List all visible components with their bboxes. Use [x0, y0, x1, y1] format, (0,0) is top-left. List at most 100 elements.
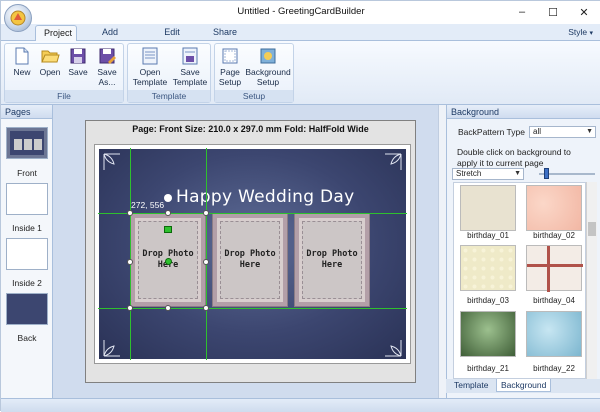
canvas-scrollbar[interactable]	[438, 105, 446, 398]
photo-drop-zone-2: Drop Photo Here	[220, 221, 280, 299]
close-button[interactable]: ✕	[569, 1, 599, 23]
save-button[interactable]: Save	[65, 46, 91, 77]
ribbon-tab-bar: Project Add Pieces Edit Pieces Share Sty…	[1, 24, 600, 52]
background-thumb-birthday-02[interactable]	[526, 185, 582, 231]
slider-thumb[interactable]	[544, 168, 549, 179]
pages-panel-title: Pages	[1, 105, 52, 119]
open-template-icon	[142, 47, 158, 65]
guide-line-horizontal[interactable]	[98, 213, 407, 214]
resize-handle[interactable]	[203, 259, 209, 265]
cursor-coordinate-readout: 272, 556	[131, 200, 165, 210]
tab-template[interactable]: Template	[450, 379, 493, 392]
open-template-button[interactable]: Open Template	[132, 46, 168, 87]
guide-line-vertical[interactable]	[206, 148, 207, 360]
page-thumb-inside-1[interactable]	[6, 183, 48, 215]
tab-project[interactable]: Project	[35, 25, 77, 41]
new-file-icon	[15, 47, 29, 65]
tab-edit-pieces[interactable]: Edit Pieces	[143, 25, 201, 52]
title-anchor-handle[interactable]	[164, 194, 172, 202]
background-thumb-birthday-22[interactable]	[526, 311, 582, 357]
app-window: Untitled - GreetingCardBuilder – ☐ ✕ Pro…	[0, 0, 600, 412]
back-pattern-value: all	[533, 127, 542, 136]
tab-add-pieces[interactable]: Add Pieces	[81, 25, 139, 52]
corner-ornament-icon	[385, 153, 402, 170]
card-title-text[interactable]: Happy Wedding Day	[176, 187, 354, 207]
back-pattern-select[interactable]: all ▼	[529, 126, 596, 138]
thumb-label: birthday_22	[533, 364, 575, 373]
resize-handle[interactable]	[165, 305, 171, 311]
photo-drop-label-2b: Here	[239, 260, 261, 270]
photo-frame-3[interactable]: Drop Photo Here	[294, 213, 370, 307]
guide-line-horizontal[interactable]	[98, 308, 407, 309]
minimize-button[interactable]: –	[507, 1, 537, 23]
tab-background[interactable]: Background	[496, 379, 552, 392]
open-template-label-1: Open	[139, 67, 161, 77]
scrollbar-thumb[interactable]	[588, 222, 596, 236]
background-thumb-birthday-21[interactable]	[460, 311, 516, 357]
corner-ornament-icon	[103, 340, 120, 357]
style-menu-label: Style	[568, 27, 588, 37]
new-button[interactable]: New	[9, 46, 35, 77]
template-group: Open Template Save Template Template	[127, 43, 211, 103]
page-setup-button[interactable]: Page Setup	[217, 46, 243, 87]
page-setup-label-1: Page	[220, 67, 240, 77]
thumb-label: birthday_21	[467, 364, 509, 373]
tab-share[interactable]: Share	[205, 25, 243, 41]
background-panel-title: Background	[447, 105, 600, 119]
ribbon: New Open Save Save As... File Open Templ…	[1, 41, 600, 105]
resize-handle[interactable]	[127, 305, 133, 311]
resize-handle[interactable]	[203, 210, 209, 216]
page-thumb-front[interactable]	[6, 127, 48, 159]
save-disk-icon	[70, 48, 86, 64]
new-label: New	[13, 67, 31, 77]
page-thumb-inside-2[interactable]	[6, 238, 48, 270]
page-label-inside-1: Inside 1	[12, 223, 42, 233]
background-setup-button[interactable]: Background Setup	[244, 46, 292, 87]
setup-group-label: Setup	[215, 90, 293, 102]
page-label-front: Front	[17, 168, 37, 178]
maximize-button[interactable]: ☐	[538, 1, 568, 23]
gallery-scrollbar[interactable]	[586, 182, 597, 379]
page-setup-label-2: Setup	[218, 77, 242, 87]
save-as-label-2: As...	[98, 77, 116, 87]
thumbnail-size-slider[interactable]	[539, 167, 595, 181]
resize-handle[interactable]	[203, 305, 209, 311]
resize-handle[interactable]	[165, 210, 171, 216]
photo-drop-label-3a: Drop Photo	[306, 249, 358, 259]
fit-mode-select[interactable]: Stretch ▼	[452, 168, 524, 180]
save-as-label-1: Save	[97, 67, 117, 77]
photo-drop-label-3b: Here	[321, 260, 343, 270]
page-info-caption: Page: Front Size: 210.0 x 297.0 mm Fold:…	[132, 124, 369, 134]
file-group: New Open Save Save As... File	[4, 43, 124, 103]
open-label: Open	[39, 67, 61, 77]
resize-handle[interactable]	[127, 210, 133, 216]
thumb-label: birthday_02	[533, 231, 575, 240]
guide-line-vertical[interactable]	[130, 148, 131, 360]
page-thumb-back[interactable]	[6, 293, 48, 325]
save-as-button[interactable]: Save As...	[93, 46, 121, 87]
corner-ornament-icon	[385, 340, 402, 357]
open-button[interactable]: Open	[37, 46, 63, 77]
resize-handle[interactable]	[127, 259, 133, 265]
rotate-handle[interactable]	[165, 258, 172, 265]
style-menu[interactable]: Style ▾	[568, 27, 593, 37]
photo-frame-2[interactable]: Drop Photo Here	[212, 213, 288, 307]
page-label-inside-2: Inside 2	[12, 278, 42, 288]
background-thumb-birthday-04[interactable]	[526, 245, 583, 292]
app-menu-button[interactable]	[4, 4, 32, 32]
thumb-label: birthday_01	[467, 231, 509, 240]
background-thumb-birthday-01[interactable]	[460, 185, 516, 231]
corner-ornament-icon	[103, 153, 120, 170]
pages-panel: Pages Front Inside 1 Inside 2 Back	[1, 105, 53, 398]
app-logo-icon	[10, 10, 26, 26]
file-group-label: File	[5, 90, 123, 102]
page-label-back: Back	[17, 333, 37, 343]
move-handle[interactable]	[164, 226, 172, 233]
page-setup-icon	[222, 48, 238, 64]
background-setup-label-2: Setup	[256, 77, 280, 87]
background-thumb-birthday-03[interactable]	[460, 245, 516, 291]
setup-group: Page Setup Background Setup Setup	[214, 43, 294, 103]
save-template-label-2: Template	[172, 77, 208, 87]
save-template-button[interactable]: Save Template	[171, 46, 209, 87]
title-bar: Untitled - GreetingCardBuilder – ☐ ✕	[1, 1, 600, 24]
